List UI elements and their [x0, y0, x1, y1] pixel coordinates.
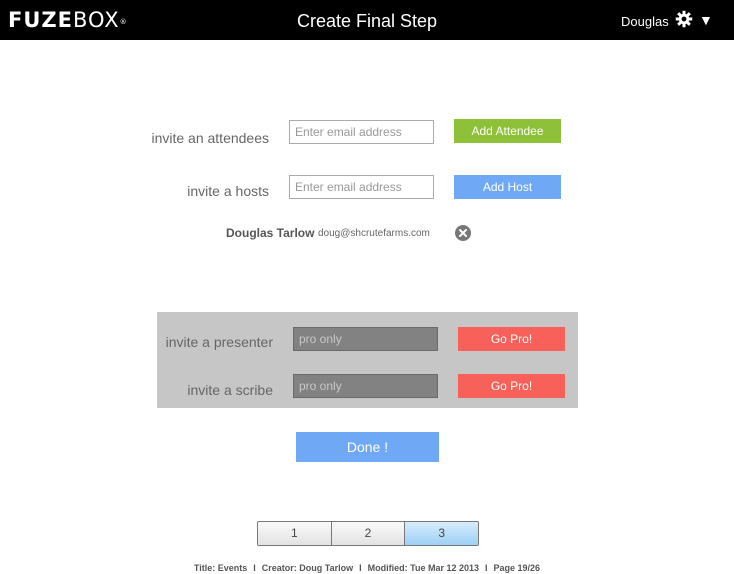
- presenter-label: invite a presenter: [165, 334, 273, 350]
- footer-title: Title: Events: [193, 563, 248, 573]
- page-button-2[interactable]: 2: [330, 522, 405, 545]
- top-bar: FUZEBOX® Create Final Step Douglas ▼: [0, 0, 734, 40]
- caret-down-icon[interactable]: ▼: [699, 11, 713, 29]
- pagination: 1 2 3: [257, 521, 479, 546]
- footer-creator: Creator: Doug Tarlow: [261, 563, 354, 573]
- add-attendee-button[interactable]: Add Attendee: [454, 119, 561, 143]
- add-host-button[interactable]: Add Host: [454, 175, 561, 199]
- scribe-label: invite a scribe: [187, 382, 273, 398]
- footer-meta: Title: Events I Creator: Doug Tarlow I Modif…: [0, 563, 734, 574]
- footer-page: Page 19/26: [493, 563, 541, 573]
- logo-text-box: BOX: [72, 8, 120, 32]
- gear-icon[interactable]: [675, 10, 693, 28]
- hosts-label: invite a hosts: [187, 183, 269, 199]
- presenter-go-pro-button[interactable]: Go Pro!: [458, 327, 565, 351]
- footer-separator: I: [359, 563, 362, 573]
- page-button-3[interactable]: 3: [404, 522, 478, 545]
- user-name[interactable]: Douglas: [621, 14, 669, 30]
- footer-separator: I: [485, 563, 488, 573]
- attendees-label: invite an attendees: [151, 130, 269, 146]
- host-email: doug@shcrutefarms.com: [318, 228, 430, 239]
- host-email-input[interactable]: [289, 175, 434, 199]
- done-button[interactable]: Done !: [296, 432, 439, 462]
- scribe-go-pro-button[interactable]: Go Pro!: [458, 374, 565, 398]
- attendee-email-input[interactable]: [289, 120, 434, 144]
- registered-mark: ®: [119, 18, 128, 26]
- remove-circle-icon[interactable]: [455, 225, 471, 241]
- scribe-email-input[interactable]: [293, 374, 438, 398]
- fuzebox-logo[interactable]: FUZEBOX®: [8, 8, 128, 32]
- host-name: Douglas Tarlow: [226, 226, 315, 240]
- footer-modified: Modified: Tue Mar 12 2013: [367, 563, 480, 573]
- page-button-1[interactable]: 1: [258, 522, 331, 545]
- logo-text-fuze: FUZE: [8, 8, 73, 32]
- footer-separator: I: [253, 563, 256, 573]
- presenter-email-input[interactable]: [293, 327, 438, 351]
